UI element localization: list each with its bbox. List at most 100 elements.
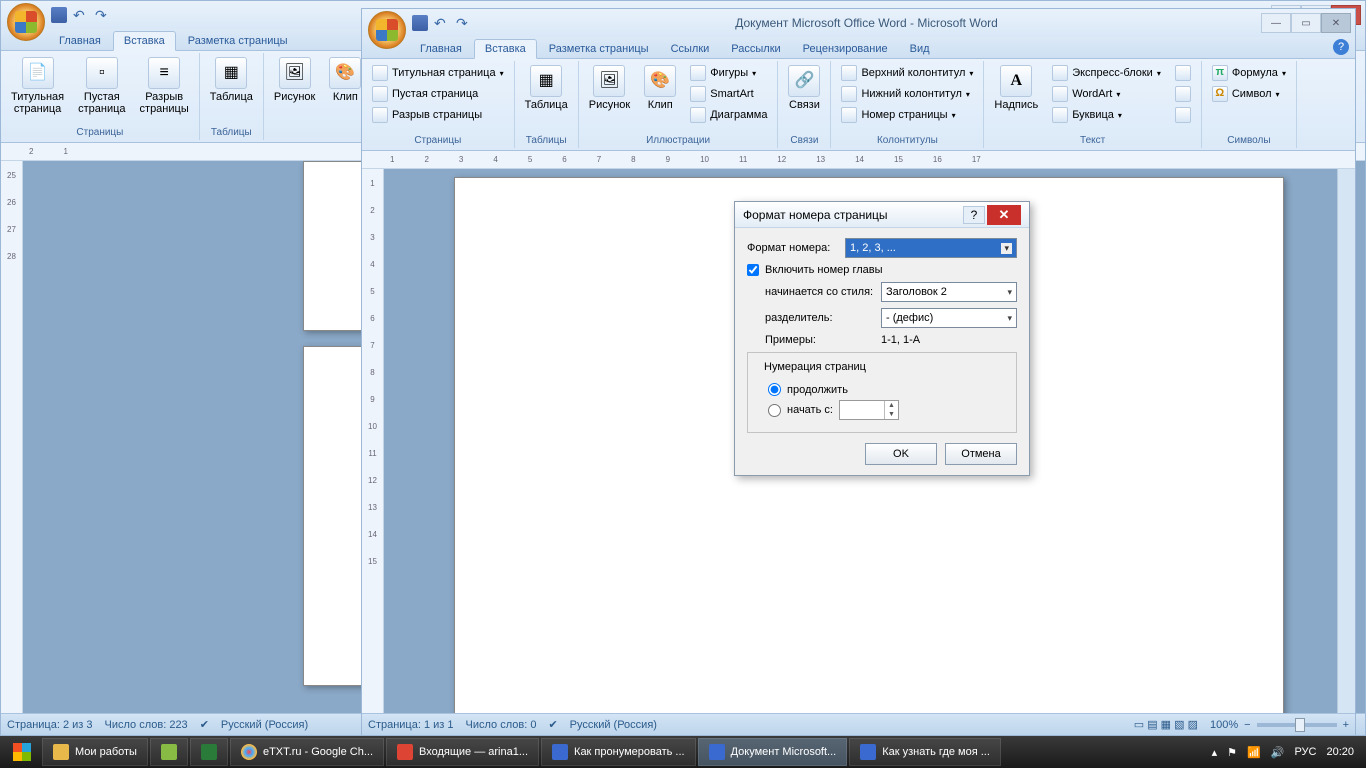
zoom-control[interactable]: 100% −+ [1210, 719, 1349, 731]
word-window-2: Документ Microsoft Office Word - Microso… [361, 8, 1356, 736]
group-text-label: Текст [990, 133, 1194, 148]
tray-time[interactable]: 20:20 [1326, 746, 1354, 758]
task-item[interactable]: Входящие — arina1... [386, 738, 539, 766]
dialog-close-button[interactable]: ✕ [987, 205, 1021, 225]
sig-button[interactable] [1171, 63, 1195, 83]
include-chapter-label: Включить номер главы [765, 264, 883, 276]
task-item[interactable]: Как узнать где моя ... [849, 738, 1001, 766]
quickparts-button[interactable]: Экспресс-блоки ▾ [1048, 63, 1165, 83]
start-at-radio[interactable] [768, 404, 781, 417]
zoom-slider[interactable] [1257, 723, 1337, 727]
clip-button[interactable]: 🎨Клип [325, 55, 365, 105]
ruler-v-1: 25262728 [1, 161, 23, 713]
maximize-button[interactable]: ▭ [1291, 13, 1321, 33]
tray-flag-icon[interactable]: ⚑ [1227, 746, 1237, 759]
style-combo[interactable]: Заголовок 2▾ [881, 282, 1017, 302]
status-page[interactable]: Страница: 1 из 1 [368, 719, 454, 731]
tab-insert[interactable]: Вставка [113, 31, 176, 51]
status-words[interactable]: Число слов: 223 [105, 719, 188, 731]
numbering-fieldset: Нумерация страниц продолжить начать с: ▲… [747, 352, 1017, 433]
continue-radio[interactable] [768, 383, 781, 396]
examples-label: Примеры: [765, 334, 875, 346]
table-button[interactable]: ▦Таблица [521, 63, 572, 113]
date-button[interactable] [1171, 84, 1195, 104]
save-icon[interactable] [51, 7, 67, 23]
picture-button[interactable]: 🖼Рисунок [585, 63, 635, 113]
undo-icon[interactable] [73, 7, 89, 23]
obj-button[interactable] [1171, 105, 1195, 125]
page-break-button[interactable]: Разрыв страницы [368, 105, 508, 125]
blank-page-button[interactable]: ▫Пустая страница [74, 55, 129, 117]
tab-view[interactable]: Вид [900, 40, 940, 58]
page-number-format-dialog: Формат номера страницы ? ✕ Формат номера… [734, 201, 1030, 476]
tab-layout[interactable]: Разметка страницы [539, 40, 659, 58]
dialog-help-button[interactable]: ? [963, 206, 985, 224]
tab-mail[interactable]: Рассылки [721, 40, 790, 58]
system-tray[interactable]: ▴ ⚑ 📶 🔊 РУС 20:20 [1204, 746, 1362, 759]
start-at-spinner[interactable]: ▲▼ [839, 400, 899, 420]
footer-button[interactable]: Нижний колонтитул ▾ [837, 84, 977, 104]
dialog-titlebar: Формат номера страницы ? ✕ [735, 202, 1029, 228]
view-buttons[interactable]: ▭ ▤ ▦ ▧ ▨ [1134, 718, 1198, 731]
task-item[interactable]: eTXT.ru - Google Ch... [230, 738, 384, 766]
start-button[interactable] [4, 738, 40, 766]
wordart-button[interactable]: WordArt ▾ [1048, 84, 1165, 104]
undo-icon[interactable] [434, 15, 450, 31]
blank-page-button[interactable]: Пустая страница [368, 84, 508, 104]
break-label: Разрыв страницы [140, 91, 189, 115]
status-lang[interactable]: Русский (Россия) [570, 719, 657, 731]
close-button[interactable]: ✕ [1321, 13, 1351, 33]
status-lang[interactable]: Русский (Россия) [221, 719, 308, 731]
cover-page-button[interactable]: 📄Титульная страница [7, 55, 68, 117]
task-item[interactable] [190, 738, 228, 766]
status-words[interactable]: Число слов: 0 [466, 719, 537, 731]
formula-button[interactable]: πФормула ▾ [1208, 63, 1290, 83]
shapes-button[interactable]: Фигуры ▾ [686, 63, 771, 83]
group-pages-label: Страницы [7, 125, 193, 140]
tab-review[interactable]: Рецензирование [793, 40, 898, 58]
save-icon[interactable] [412, 15, 428, 31]
separator-combo[interactable]: - (дефис)▾ [881, 308, 1017, 328]
links-button[interactable]: 🔗Связи [784, 63, 824, 113]
chart-button[interactable]: Диаграмма [686, 105, 771, 125]
table-button[interactable]: ▦Таблица [206, 55, 257, 105]
smartart-button[interactable]: SmartArt [686, 84, 771, 104]
scrollbar-v[interactable] [1337, 169, 1355, 713]
clip-button[interactable]: 🎨Клип [640, 63, 680, 113]
tab-refs[interactable]: Ссылки [661, 40, 720, 58]
include-chapter-checkbox[interactable] [747, 264, 759, 276]
task-item-active[interactable]: Документ Microsoft... [698, 738, 848, 766]
tab-home[interactable]: Главная [410, 40, 472, 58]
office-button-1[interactable] [7, 3, 45, 41]
ok-button[interactable]: OK [865, 443, 937, 465]
dropcap-button[interactable]: Буквица ▾ [1048, 105, 1165, 125]
style-label: начинается со стиля: [765, 286, 875, 298]
tab-layout[interactable]: Разметка страницы [178, 32, 298, 50]
header-button[interactable]: Верхний колонтитул ▾ [837, 63, 977, 83]
redo-icon[interactable] [95, 7, 111, 23]
picture-button[interactable]: 🖼Рисунок [270, 55, 320, 105]
textbox-button[interactable]: AНадпись [990, 63, 1042, 113]
format-combo[interactable]: 1, 2, 3, ...▾ [845, 238, 1017, 258]
help-icon[interactable]: ? [1333, 39, 1349, 55]
group-tables-label: Таблицы [206, 125, 257, 140]
page-break-button[interactable]: ≡Разрыв страницы [136, 55, 193, 117]
office-button-2[interactable] [368, 11, 406, 49]
cover-page-button[interactable]: Титульная страница ▾ [368, 63, 508, 83]
task-item[interactable] [150, 738, 188, 766]
page-number-button[interactable]: Номер страницы ▾ [837, 105, 977, 125]
tray-volume-icon[interactable]: 🔊 [1271, 746, 1285, 759]
task-item[interactable]: Мои работы [42, 738, 148, 766]
tab-home[interactable]: Главная [49, 32, 111, 50]
redo-icon[interactable] [456, 15, 472, 31]
status-page[interactable]: Страница: 2 из 3 [7, 719, 93, 731]
task-item[interactable]: Как пронумеровать ... [541, 738, 696, 766]
minimize-button[interactable]: — [1261, 13, 1291, 33]
symbol-button[interactable]: ΩСимвол ▾ [1208, 84, 1290, 104]
tray-network-icon[interactable]: 📶 [1247, 746, 1261, 759]
tray-lang[interactable]: РУС [1294, 746, 1316, 758]
cancel-button[interactable]: Отмена [945, 443, 1017, 465]
tray-up-icon[interactable]: ▴ [1212, 746, 1218, 759]
workspace-2: 123456789101112131415 Формат номера стра… [362, 169, 1355, 713]
tab-insert[interactable]: Вставка [474, 39, 537, 59]
